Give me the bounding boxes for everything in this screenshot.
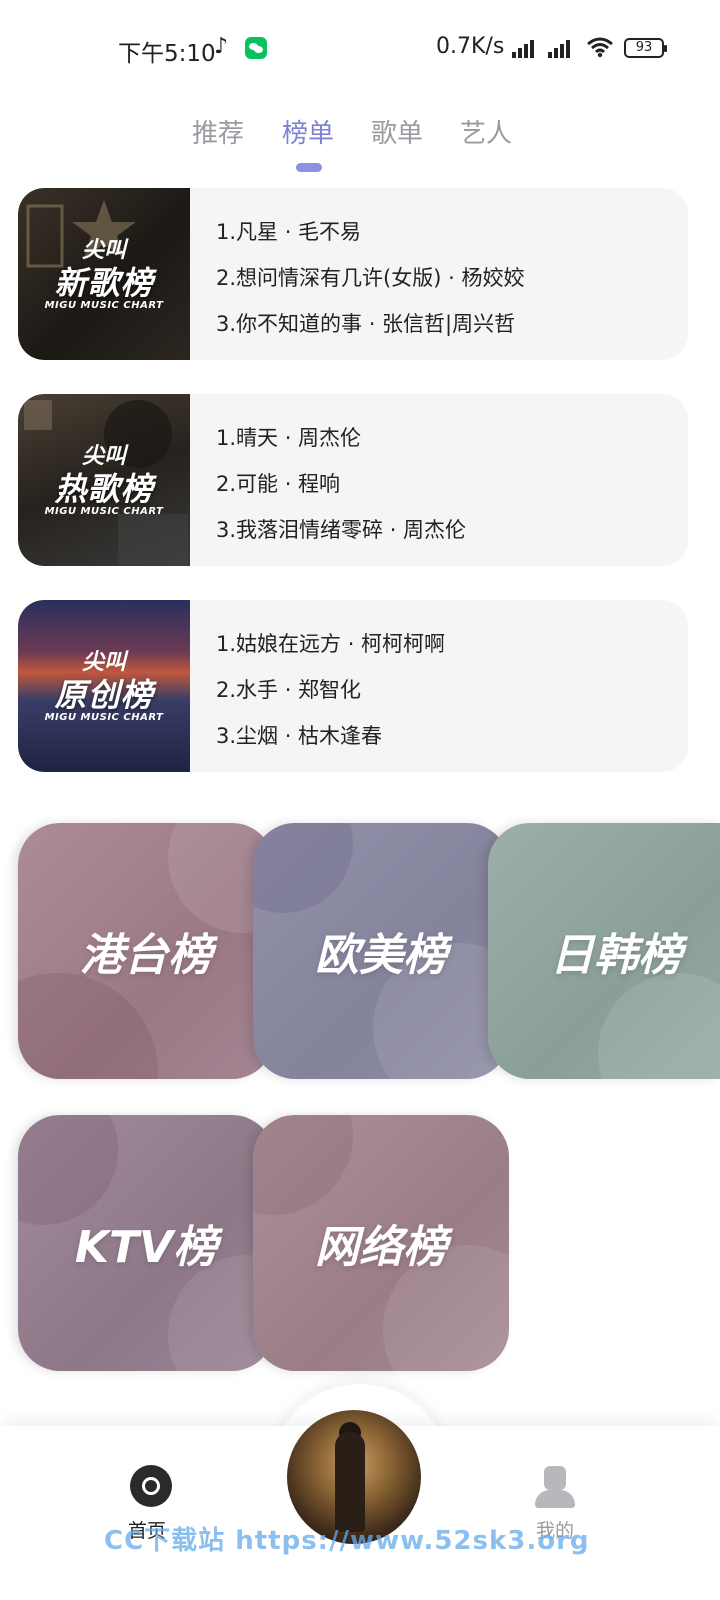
chart-cover: 尖叫 热歌榜 MIGU MUSIC CHART [18, 394, 190, 566]
tab-charts[interactable]: 榜单 [282, 113, 334, 150]
tile-hk-tw-chart[interactable]: 港台榜 [18, 823, 274, 1079]
tile-ktv-chart[interactable]: KTV榜 [18, 1115, 274, 1371]
track-item: 2.想问情深有几许(女版) · 杨姣姣 [216, 266, 525, 290]
status-time: 下午5:10 [118, 41, 216, 67]
cover-line2: 原创榜 [54, 676, 154, 714]
tab-bar: 推荐 榜单 歌单 艺人 [0, 105, 720, 175]
status-bar: 下午5:10 ♪ 0.7K/s 93 [0, 0, 720, 100]
chart-card-new-songs[interactable]: 尖叫 新歌榜 MIGU MUSIC CHART 1.凡星 · 毛不易 2.想问情… [18, 188, 688, 360]
tile-label: 日韩榜 [550, 930, 682, 981]
track-item: 1.凡星 · 毛不易 [216, 220, 362, 244]
track-item: 3.我落泪情绪零碎 · 周杰伦 [216, 518, 467, 542]
chart-cover: 尖叫 原创榜 MIGU MUSIC CHART [18, 600, 190, 772]
tile-decoration [18, 1115, 118, 1225]
cover-subtitle: MIGU MUSIC CHART [44, 300, 164, 311]
signal-icon [512, 38, 538, 58]
tiktok-icon: ♪ [214, 34, 229, 59]
tile-label: 港台榜 [80, 930, 212, 981]
wechat-icon [245, 37, 267, 59]
track-item: 1.晴天 · 周杰伦 [216, 426, 362, 450]
tile-label: KTV榜 [74, 1222, 218, 1273]
tile-decoration [253, 1115, 353, 1215]
track-item: 3.尘烟 · 枯木逢春 [216, 724, 383, 748]
tile-decoration [253, 823, 353, 913]
track-item: 3.你不知道的事 · 张信哲|周兴哲 [216, 312, 516, 336]
tile-decoration [18, 973, 158, 1079]
chart-card-hot-songs[interactable]: 尖叫 热歌榜 MIGU MUSIC CHART 1.晴天 · 周杰伦 2.可能 … [18, 394, 688, 566]
cover-subtitle: MIGU MUSIC CHART [44, 712, 164, 723]
tile-western-chart[interactable]: 欧美榜 [253, 823, 509, 1079]
tab-artists[interactable]: 艺人 [460, 113, 512, 150]
network-speed: 0.7K/s [436, 34, 505, 59]
album-art-figure [335, 1432, 365, 1532]
chart-cover: 尖叫 新歌榜 MIGU MUSIC CHART [18, 188, 190, 360]
tab-playlists[interactable]: 歌单 [371, 113, 423, 150]
tab-recommend[interactable]: 推荐 [192, 113, 244, 150]
tile-label: 网络榜 [315, 1222, 447, 1273]
watermark: CC下载站 https://www.52sk3.org [104, 1526, 590, 1556]
battery-icon: 93 [624, 38, 667, 58]
cover-subtitle: MIGU MUSIC CHART [44, 506, 164, 517]
chart-card-original-songs[interactable]: 尖叫 原创榜 MIGU MUSIC CHART 1.姑娘在远方 · 柯柯柯啊 2… [18, 600, 688, 772]
home-icon[interactable] [130, 1465, 172, 1507]
tile-decoration [598, 973, 720, 1079]
wifi-icon [587, 37, 613, 58]
signal-hd-icon [548, 38, 574, 58]
tab-indicator [296, 163, 322, 172]
profile-icon[interactable] [535, 1466, 575, 1510]
tile-internet-chart[interactable]: 网络榜 [253, 1115, 509, 1371]
track-item: 1.姑娘在远方 · 柯柯柯啊 [216, 632, 446, 656]
cover-line2: 热歌榜 [54, 470, 154, 508]
tile-jp-kr-chart[interactable]: 日韩榜 [488, 823, 720, 1079]
track-item: 2.水手 · 郑智化 [216, 678, 362, 702]
tile-label: 欧美榜 [315, 930, 447, 981]
track-item: 2.可能 · 程响 [216, 472, 341, 496]
cover-line2: 新歌榜 [54, 264, 154, 302]
